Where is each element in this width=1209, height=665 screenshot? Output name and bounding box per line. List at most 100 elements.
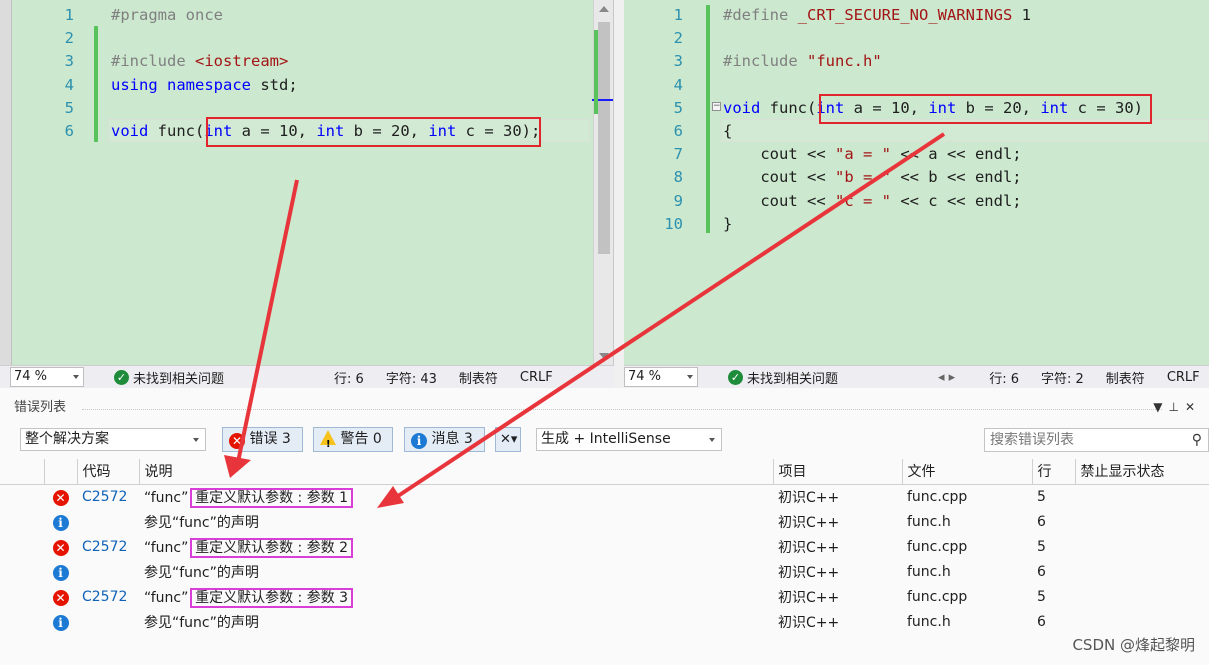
issues-status[interactable]: 未找到相关问题: [747, 368, 838, 387]
row-spacer: [0, 584, 44, 609]
clear-filter-button[interactable]: ✕▾: [495, 427, 521, 452]
col-header-project[interactable]: 项目: [773, 459, 903, 485]
build-source-select[interactable]: 生成 + IntelliSense: [536, 428, 722, 451]
line-cell: 6: [1037, 563, 1046, 580]
code-token: void: [723, 98, 761, 117]
description-highlighted: 重定义默认参数 : 参数 2: [190, 537, 354, 558]
description-prefix: “func”:: [144, 589, 194, 606]
code-token: #pragma once: [111, 6, 223, 24]
project-cell: 初识C++: [778, 539, 840, 556]
line-number: 8: [673, 168, 683, 187]
error-code[interactable]: C2572: [77, 584, 139, 609]
annotation-box-definition: [819, 94, 1152, 124]
code-text: cout << "c = " << c << endl;: [723, 190, 1022, 213]
code-text: {: [723, 120, 732, 143]
code-token: cout <<: [723, 191, 835, 210]
code-token: "a = ": [834, 145, 891, 164]
char-indicator[interactable]: 字符: 43: [386, 368, 437, 387]
table-row[interactable]: ✕ C2572 “func”: 重定义默认参数 : 参数 3 初识C++ func.cpp…: [0, 584, 1209, 609]
nav-arrows-icon[interactable]: ◂ ▸: [938, 370, 955, 385]
chevron-down-icon: [73, 375, 79, 379]
title-divider: [82, 409, 1162, 410]
warnings-filter-button[interactable]: ! 警告 0: [313, 427, 393, 452]
col-header-severity[interactable]: [44, 459, 78, 485]
code-text: #define _CRT_SECURE_NO_WARNINGS 1: [723, 4, 1031, 27]
description-cell: 参见“func”的声明: [139, 609, 773, 634]
col-header-code[interactable]: 代码: [77, 459, 140, 485]
row-spacer: [0, 484, 44, 509]
col-header-description[interactable]: 说明: [139, 459, 774, 485]
vertical-scrollbar[interactable]: [592, 0, 613, 365]
chevron-down-icon: [709, 438, 715, 442]
char-indicator[interactable]: 字符: 2: [1041, 368, 1084, 387]
table-row[interactable]: ✕ C2572 “func”: 重定义默认参数 : 参数 2 初识C++ func.cpp…: [0, 534, 1209, 559]
error-icon: ✕: [52, 539, 69, 556]
table-row[interactable]: i 参见“func”的声明 初识C++ func.h 6: [0, 559, 1209, 584]
scroll-down-icon[interactable]: [599, 353, 609, 359]
tab-indicator[interactable]: 制表符: [1106, 368, 1145, 387]
collapse-icon[interactable]: −: [712, 102, 721, 111]
error-code[interactable]: [77, 509, 139, 534]
description-cell: 参见“func”的声明: [139, 559, 773, 584]
zoom-value: 74 %: [14, 369, 48, 384]
description-highlighted: 重定义默认参数 : 参数 1: [190, 487, 354, 508]
code-token: func(: [760, 98, 817, 117]
code-token: using: [111, 75, 158, 94]
issues-status[interactable]: 未找到相关问题: [133, 368, 224, 387]
col-header-line[interactable]: 行: [1032, 459, 1076, 485]
error-code[interactable]: [77, 609, 139, 634]
code-token: std;: [251, 75, 298, 94]
code-token: #define: [723, 6, 789, 24]
line-indicator[interactable]: 行: 6: [334, 368, 364, 387]
search-placeholder: 搜索错误列表: [990, 432, 1074, 448]
messages-filter-button[interactable]: i 消息 3: [404, 427, 485, 452]
panel-title: 错误列表: [14, 400, 67, 415]
eol-indicator[interactable]: CRLF: [1167, 370, 1200, 385]
close-icon[interactable]: ✕: [1185, 400, 1201, 414]
severity-cell: ✕: [44, 484, 77, 509]
col-header-blank[interactable]: [0, 459, 45, 485]
line-cell: 6: [1037, 613, 1046, 630]
line-indicator[interactable]: 行: 6: [989, 368, 1019, 387]
code-token: << c << endl;: [890, 191, 1022, 210]
line-number: 5: [64, 98, 74, 117]
scroll-thumb[interactable]: [598, 22, 610, 254]
panel-controls: ▼⊥✕: [1153, 400, 1201, 414]
file-cell: func.cpp: [907, 588, 968, 605]
zoom-select[interactable]: 74 %: [624, 367, 698, 387]
file-cell: func.cpp: [907, 538, 968, 555]
col-header-suppression[interactable]: 禁止显示状态: [1075, 459, 1209, 485]
scroll-up-icon[interactable]: [599, 6, 609, 12]
scope-select[interactable]: 整个解决方案: [20, 428, 206, 451]
description-cell: “func”: 重定义默认参数 : 参数 1: [139, 484, 773, 509]
error-code[interactable]: C2572: [77, 534, 139, 559]
error-code[interactable]: C2572: [77, 484, 139, 509]
pin-icon[interactable]: ⊥: [1168, 400, 1184, 414]
info-icon: i: [52, 614, 69, 631]
table-row[interactable]: i 参见“func”的声明 初识C++ func.h 6: [0, 609, 1209, 634]
eol-indicator[interactable]: CRLF: [520, 370, 553, 385]
search-input[interactable]: 搜索错误列表 ⚲: [984, 428, 1209, 452]
editor-func-h[interactable]: 1 #pragma once 2 3 #include <iostream> 4 using…: [0, 0, 614, 365]
check-circle-icon: ✓: [114, 369, 129, 385]
table-header: 代码 说明 项目 文件 行 禁止显示状态: [0, 459, 1209, 485]
code-token: << a << endl;: [890, 145, 1022, 164]
code-token: cout <<: [723, 168, 835, 187]
error-code[interactable]: [77, 559, 139, 584]
search-icon[interactable]: ⚲: [1192, 429, 1202, 451]
editor-func-cpp[interactable]: 1 #define _CRT_SECURE_NO_WARNINGS 1 2 3 #inc…: [624, 0, 1209, 365]
zoom-select[interactable]: 74 %: [10, 367, 84, 387]
errors-filter-button[interactable]: ✕ 错误 3: [222, 427, 303, 452]
editor-status-bar: 74 % ✓ 未找到相关问题 ◂ ▸ 行: 6 字符: 2 制表符 CRLF: [624, 365, 1209, 388]
file-cell: func.h: [907, 513, 951, 530]
code-text: #include <iostream>: [111, 50, 288, 73]
col-header-file[interactable]: 文件: [902, 459, 1033, 485]
error-icon: ✕: [229, 433, 245, 449]
severity-cell: i: [44, 559, 77, 584]
panel-menu-icon[interactable]: ▼: [1153, 400, 1168, 414]
suppression-cell: [1075, 534, 1209, 559]
scope-value: 整个解决方案: [25, 431, 109, 447]
table-row[interactable]: i 参见“func”的声明 初识C++ func.h 6: [0, 509, 1209, 534]
table-row[interactable]: ✕ C2572 “func”: 重定义默认参数 : 参数 1 初识C++ func.cpp…: [0, 484, 1209, 509]
tab-indicator[interactable]: 制表符: [459, 368, 498, 387]
